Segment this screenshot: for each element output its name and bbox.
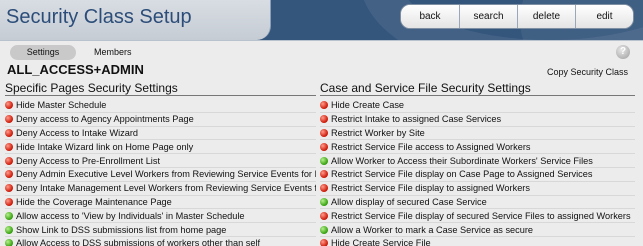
enabled-status-icon[interactable]: [320, 156, 328, 165]
setting-row[interactable]: Hide Create Case: [320, 98, 635, 112]
tab-members[interactable]: Members: [82, 45, 144, 60]
disabled-status-icon[interactable]: [320, 100, 328, 109]
setting-row[interactable]: Allow a Worker to mark a Case Service as…: [320, 222, 635, 236]
enabled-status-icon[interactable]: [320, 225, 328, 234]
disabled-status-icon[interactable]: [5, 156, 13, 165]
setting-label: Restrict Worker by Site: [331, 127, 425, 138]
setting-label: Allow Worker to Access their Subordinate…: [331, 155, 593, 166]
setting-row[interactable]: Allow display of secured Case Service: [320, 194, 635, 209]
setting-label: Deny Access to Pre-Enrollment List: [16, 155, 160, 166]
back-button[interactable]: back: [401, 5, 459, 28]
setting-label: Hide Master Schedule: [16, 99, 107, 110]
setting-row[interactable]: Deny Access to Intake Wizard: [5, 125, 316, 140]
action-buttons: back search delete edit: [400, 4, 634, 29]
setting-row[interactable]: Restrict Service File display to assigne…: [320, 180, 635, 195]
setting-label: Hide Create Service File: [331, 238, 431, 246]
setting-label: Hide Intake Wizard link on Home Page onl…: [16, 141, 194, 152]
setting-row[interactable]: Deny Access to Pre-Enrollment List: [5, 153, 316, 167]
section-heading: Specific Pages Security Settings: [5, 81, 316, 96]
setting-row[interactable]: Allow access to 'View by Individuals' in…: [5, 208, 316, 222]
setting-row[interactable]: Hide Create Service File: [320, 235, 635, 246]
setting-row[interactable]: Allow Access to DSS submissions of worke…: [5, 235, 316, 246]
disabled-status-icon[interactable]: [5, 184, 13, 193]
disabled-status-icon[interactable]: [320, 128, 328, 137]
disabled-status-icon[interactable]: [5, 115, 13, 124]
page-security-settings: Specific Pages Security Settings Hide Ma…: [5, 81, 316, 246]
setting-row[interactable]: Allow Worker to Access their Subordinate…: [320, 153, 635, 167]
setting-label: Deny Admin Executive Level Workers from …: [16, 169, 316, 180]
setting-row[interactable]: Deny Admin Executive Level Workers from …: [5, 166, 316, 181]
security-class-name: ALL_ACCESS+ADMIN: [7, 62, 144, 77]
setting-label: Hide Create Case: [331, 99, 405, 110]
delete-button[interactable]: delete: [517, 5, 575, 28]
setting-row[interactable]: Deny access to Agency Appointments Page: [5, 111, 316, 126]
setting-label: Deny access to Agency Appointments Page: [16, 114, 194, 125]
setting-row[interactable]: Restrict Service File display on Case Pa…: [320, 166, 635, 181]
disabled-status-icon[interactable]: [5, 197, 13, 206]
disabled-status-icon[interactable]: [320, 239, 328, 246]
disabled-status-icon[interactable]: [5, 142, 13, 151]
setting-row[interactable]: Restrict Worker by Site: [320, 125, 635, 140]
setting-label: Restrict Service File display on Case Pa…: [331, 169, 593, 180]
settings-list: Hide Master Schedule Deny access to Agenc…: [5, 98, 316, 246]
enabled-status-icon[interactable]: [5, 211, 13, 220]
setting-row[interactable]: Restrict Intake to assigned Case Service…: [320, 111, 635, 126]
setting-row[interactable]: Restrict Service File display of secured…: [320, 208, 635, 222]
enabled-status-icon[interactable]: [5, 239, 13, 246]
help-icon[interactable]: ?: [616, 45, 630, 59]
setting-label: Deny Access to Intake Wizard: [16, 127, 139, 138]
setting-label: Restrict Service File access to Assigned…: [331, 141, 531, 152]
setting-label: Restrict Intake to assigned Case Service…: [331, 114, 502, 125]
setting-row[interactable]: Hide Intake Wizard link on Home Page onl…: [5, 139, 316, 153]
setting-row[interactable]: Deny Intake Management Level Workers fro…: [5, 180, 316, 195]
tab-settings[interactable]: Settings: [10, 45, 76, 60]
setting-label: Show Link to DSS submissions list from h…: [16, 224, 227, 235]
tab-bar: Settings Members: [10, 45, 150, 60]
content-panel: Settings Members ? ALL_ACCESS+ADMIN Copy…: [0, 40, 643, 246]
enabled-status-icon[interactable]: [320, 197, 328, 206]
disabled-status-icon[interactable]: [5, 128, 13, 137]
search-button[interactable]: search: [459, 5, 517, 28]
setting-label: Restrict Service File display of secured…: [331, 210, 631, 221]
disabled-status-icon[interactable]: [5, 170, 13, 179]
disabled-status-icon[interactable]: [320, 170, 328, 179]
setting-label: Restrict Service File display to assigne…: [331, 183, 530, 194]
case-security-settings: Case and Service File Security Settings …: [320, 81, 635, 246]
setting-label: Allow a Worker to mark a Case Service as…: [331, 224, 534, 235]
setting-row[interactable]: Restrict Service File access to Assigned…: [320, 139, 635, 153]
edit-button[interactable]: edit: [575, 5, 633, 28]
setting-label: Allow display of secured Case Service: [331, 196, 487, 207]
setting-label: Allow Access to DSS submissions of worke…: [16, 238, 261, 246]
settings-list: Hide Create Case Restrict Intake to assig…: [320, 98, 635, 246]
page-title: Security Class Setup: [6, 6, 192, 28]
disabled-status-icon[interactable]: [320, 211, 328, 220]
disabled-status-icon[interactable]: [320, 184, 328, 193]
header-bar: Security Class Setup back search delete …: [0, 0, 643, 40]
disabled-status-icon[interactable]: [320, 115, 328, 124]
copy-security-class-link[interactable]: Copy Security Class: [547, 67, 628, 77]
disabled-status-icon[interactable]: [5, 100, 13, 109]
setting-row[interactable]: Hide Master Schedule: [5, 98, 316, 112]
setting-label: Deny Intake Management Level Workers fro…: [16, 183, 316, 194]
setting-row[interactable]: Hide the Coverage Maintenance Page: [5, 194, 316, 209]
setting-label: Allow access to 'View by Individuals' in…: [16, 210, 245, 221]
title-tab: Security Class Setup: [0, 0, 271, 40]
setting-row[interactable]: Show Link to DSS submissions list from h…: [5, 222, 316, 236]
section-heading: Case and Service File Security Settings: [320, 81, 635, 96]
setting-label: Hide the Coverage Maintenance Page: [16, 196, 172, 207]
disabled-status-icon[interactable]: [320, 142, 328, 151]
enabled-status-icon[interactable]: [5, 225, 13, 234]
